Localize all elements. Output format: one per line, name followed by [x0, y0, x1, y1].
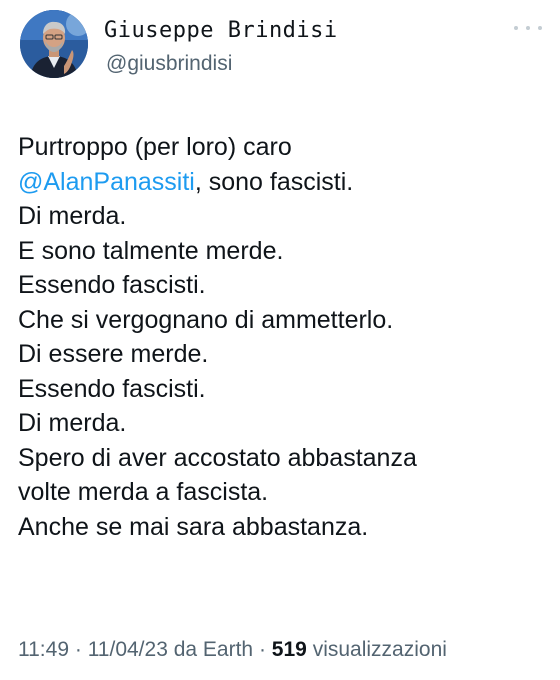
tweet-line: Purtroppo (per loro) caro [18, 133, 292, 161]
tweet-text: Purtroppo (per loro) caro @AlanPanassiti… [18, 130, 548, 544]
tweet-line: Di merda. [18, 409, 127, 437]
author-name[interactable]: Giuseppe Brindisi [104, 18, 338, 43]
tweet-card: Giuseppe Brindisi @giusbrindisi Purtropp… [0, 0, 560, 680]
tweet-line: Di merda. [18, 202, 127, 230]
tweet-line: Spero di aver accostato abbastanza [18, 443, 417, 472]
tweet-line: Anche se mai sara abbastanza. [18, 512, 369, 541]
tweet-line: @AlanPanassiti, sono fascisti. [18, 165, 548, 200]
avatar[interactable] [20, 10, 88, 78]
author-handle[interactable]: @giusbrindisi [106, 52, 232, 76]
views-label: visualizzazioni [312, 638, 447, 661]
tweet-line: Essendo fascisti. [18, 374, 206, 403]
tweet-line: volte merda a fascista. [18, 478, 269, 506]
tweet-date[interactable]: 11/04/23 [88, 638, 168, 661]
views-count: 519 [271, 638, 307, 661]
tweet-meta: 11:49 · 11/04/23 da Earth · 519 visualiz… [18, 638, 447, 662]
meta-separator: · [74, 638, 82, 661]
tweet-source: da Earth [173, 638, 254, 661]
tweet-line: Che si vergognano di ammetterlo. [18, 305, 394, 334]
tweet-line-rest: , sono fascisti. [194, 167, 354, 196]
mention-link[interactable]: @AlanPanassiti [18, 168, 195, 196]
tweet-line: Essendo fascisti. [18, 271, 206, 299]
meta-separator: · [258, 638, 266, 661]
avatar-photo [20, 10, 88, 78]
more-dots-icon[interactable] [514, 18, 542, 38]
tweet-line: Di essere merde. [18, 340, 209, 368]
tweet-line: E sono talmente merde. [18, 236, 284, 265]
tweet-time[interactable]: 11:49 [18, 638, 69, 661]
